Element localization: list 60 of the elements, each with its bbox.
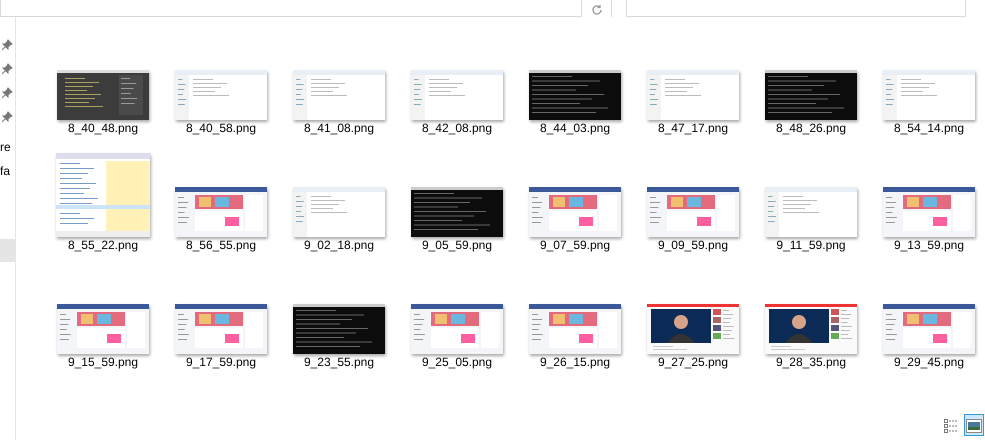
file-name[interactable]: 8_41_08.png bbox=[280, 120, 398, 137]
file-thumbnail[interactable] bbox=[57, 304, 149, 354]
file-name[interactable]: 8_47_17.png bbox=[634, 120, 752, 137]
file-thumbnail[interactable] bbox=[883, 70, 975, 120]
file-thumbnail[interactable] bbox=[293, 304, 385, 354]
file-thumbnail[interactable] bbox=[529, 70, 621, 120]
file-name[interactable]: 8_48_26.png bbox=[752, 120, 870, 137]
file-name[interactable]: 9_17_59.png bbox=[162, 354, 280, 371]
file-name[interactable]: 8_40_48.png bbox=[44, 120, 162, 137]
file-name[interactable]: 8_44_03.png bbox=[516, 120, 634, 137]
file-thumbnail[interactable] bbox=[411, 70, 503, 120]
file-name[interactable]: 9_29_45.png bbox=[870, 354, 985, 371]
file-name[interactable]: 9_05_59.png bbox=[398, 237, 516, 254]
file-thumbnail[interactable] bbox=[647, 187, 739, 237]
file-thumbnail[interactable] bbox=[56, 153, 150, 237]
file-name[interactable]: 9_28_35.png bbox=[752, 354, 870, 371]
refresh-button[interactable] bbox=[581, 0, 611, 17]
file-thumbnail[interactable] bbox=[57, 70, 149, 120]
file-thumbnail[interactable] bbox=[765, 187, 857, 237]
file-name[interactable]: 9_07_59.png bbox=[516, 237, 634, 254]
file-thumbnail[interactable] bbox=[647, 304, 739, 354]
file-name[interactable]: 9_15_59.png bbox=[44, 354, 162, 371]
file-name[interactable]: 9_27_25.png bbox=[634, 354, 752, 371]
file-thumbnail[interactable] bbox=[175, 70, 267, 120]
file-name[interactable]: 9_09_59.png bbox=[634, 237, 752, 254]
file-thumbnail[interactable] bbox=[175, 304, 267, 354]
file-name[interactable]: 8_40_58.png bbox=[162, 120, 280, 137]
file-thumbnail[interactable] bbox=[765, 304, 857, 354]
large-icons-view-button[interactable] bbox=[964, 414, 984, 436]
file-thumbnail[interactable] bbox=[883, 187, 975, 237]
file-thumbnail[interactable] bbox=[411, 187, 503, 237]
file-thumbnail[interactable] bbox=[765, 70, 857, 120]
pin-icon[interactable] bbox=[2, 87, 13, 99]
file-name[interactable]: 9_25_05.png bbox=[398, 354, 516, 371]
file-name[interactable]: 8_56_55.png bbox=[162, 237, 280, 254]
file-thumbnail[interactable] bbox=[529, 187, 621, 237]
file-name[interactable]: 9_23_55.png bbox=[280, 354, 398, 371]
pin-icon[interactable] bbox=[2, 39, 13, 51]
file-thumbnail[interactable] bbox=[293, 187, 385, 237]
file-name[interactable]: 9_11_59.png bbox=[752, 237, 870, 254]
file-name[interactable]: 8_54_14.png bbox=[870, 120, 985, 137]
file-thumbnail[interactable] bbox=[647, 70, 739, 120]
file-thumbnail[interactable] bbox=[883, 304, 975, 354]
file-thumbnail[interactable] bbox=[411, 304, 503, 354]
search-field[interactable] bbox=[626, 0, 966, 17]
sidebar-item[interactable]: re bbox=[0, 135, 15, 159]
file-name[interactable]: 8_55_22.png bbox=[44, 237, 162, 254]
sidebar-item[interactable]: fa bbox=[0, 159, 15, 183]
file-name[interactable]: 9_26_15.png bbox=[516, 354, 634, 371]
file-name[interactable]: 9_13_59.png bbox=[870, 237, 985, 254]
file-thumbnail[interactable] bbox=[175, 187, 267, 237]
file-name[interactable]: 8_42_08.png bbox=[398, 120, 516, 137]
large-icons-view-icon bbox=[966, 418, 982, 433]
file-thumbnail[interactable] bbox=[529, 304, 621, 354]
refresh-icon bbox=[590, 4, 602, 16]
file-thumbnail[interactable] bbox=[293, 70, 385, 120]
pin-icon[interactable] bbox=[2, 111, 13, 123]
pin-icon[interactable] bbox=[2, 63, 13, 75]
details-view-icon bbox=[944, 418, 958, 433]
file-name[interactable]: 9_02_18.png bbox=[280, 237, 398, 254]
